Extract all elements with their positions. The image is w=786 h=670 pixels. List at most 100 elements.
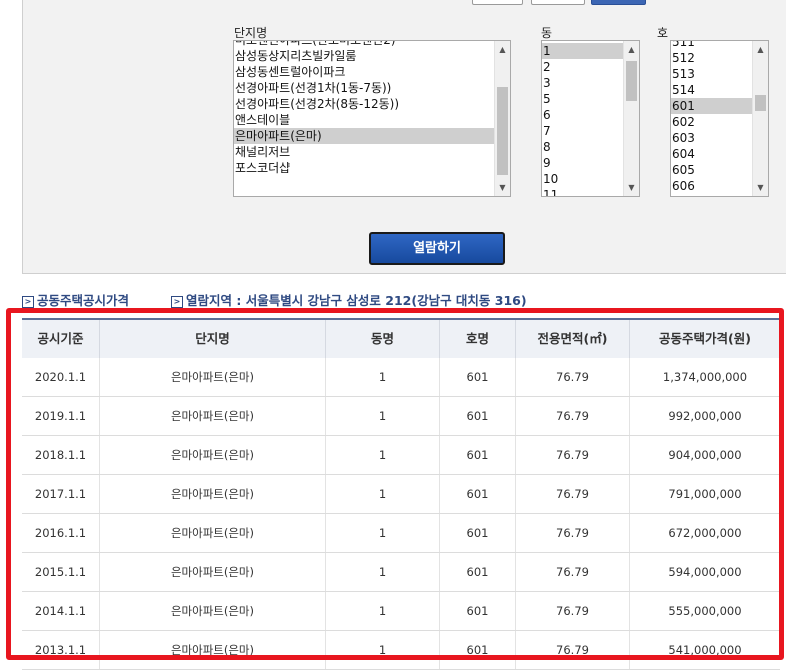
complex-option[interactable]: 삼성동센트럴아이파크 <box>234 64 494 80</box>
column-header: 공동주택가격(원) <box>659 331 751 346</box>
ho-listbox[interactable]: 606 605 604 603 602 601 514 513 512 511 ▲ ▼ <box>670 40 769 197</box>
section-title-text: 공동주택공시가격 <box>37 293 130 308</box>
dong-option[interactable]: 5 <box>542 91 623 107</box>
table-cell: 76.79 <box>516 553 630 591</box>
complex-option[interactable]: 포스코더샵 <box>234 160 494 176</box>
table-cell: 555,000,000 <box>668 604 742 618</box>
dong-option[interactable]: 2 <box>542 59 623 75</box>
column-header: 전용면적(㎡) <box>516 320 630 358</box>
ho-option[interactable]: 602 <box>671 114 752 130</box>
table-cell: 76.79 <box>516 475 630 513</box>
table-cell: 1 <box>326 553 440 591</box>
dong-option[interactable]: 3 <box>542 75 623 91</box>
table-cell: 76.79 <box>516 436 630 474</box>
table-header: 공시기준 단지명 동명 호명 전용면적(㎡) 공동주택가격(원) <box>22 318 780 358</box>
column-header: 단지명 <box>100 320 326 358</box>
price-table: 공시기준 단지명 동명 호명 전용면적(㎡) 공동주택가격(원) 2020.1.1 은마아파… <box>22 318 780 670</box>
ho-option[interactable]: 604 <box>671 146 752 162</box>
scroll-down-icon[interactable]: ▼ <box>624 181 639 194</box>
top-button-1[interactable] <box>472 0 523 5</box>
table-cell: 은마아파트(은마) <box>100 631 326 669</box>
complex-option[interactable]: 선경아파트(선경1차(1동-7동)) <box>234 80 494 96</box>
table-row: 2015.1.1 은마아파트(은마) 1 601 76.79 594,000,000 <box>22 553 780 592</box>
table-cell: 은마아파트(은마) <box>100 514 326 552</box>
scroll-up-icon[interactable]: ▲ <box>624 43 639 56</box>
dong-option[interactable]: 11 <box>542 187 623 196</box>
table-cell: 601 <box>440 514 516 552</box>
dong-option[interactable]: 6 <box>542 107 623 123</box>
scroll-up-icon[interactable]: ▲ <box>753 43 768 56</box>
ho-option[interactable]: 512 <box>671 50 752 66</box>
table-cell: 601 <box>440 631 516 669</box>
complex-option[interactable]: 선경아파트(선경2차(8동-12동)) <box>234 96 494 112</box>
table-cell: 76.79 <box>516 397 630 435</box>
table-row: 2014.1.1 은마아파트(은마) 1 601 76.79 555,000,000 <box>22 592 780 631</box>
scroll-thumb[interactable] <box>626 61 637 101</box>
table-row: 2017.1.1 은마아파트(은마) 1 601 76.79 791,000,000 <box>22 475 780 514</box>
table-cell: 672,000,000 <box>668 526 742 540</box>
table-cell: 76.79 <box>516 592 630 630</box>
complex-option[interactable]: 은마아파트(은마) <box>234 128 494 144</box>
dong-option[interactable]: 7 <box>542 123 623 139</box>
ho-option[interactable]: 605 <box>671 162 752 178</box>
table-cell: 2017.1.1 <box>22 475 100 513</box>
complex-listbox[interactable]: 포스코더샵 채널리저브 은마아파트(은마) 앤스테이블 선경아파트(선경2차(8동-12… <box>233 40 511 197</box>
scroll-thumb[interactable] <box>755 95 766 111</box>
ho-label: 호 <box>657 26 669 40</box>
table-cell: 791,000,000 <box>668 487 742 501</box>
table-cell: 76.79 <box>516 514 630 552</box>
table-row: 2013.1.1 은마아파트(은마) 1 601 76.79 541,000,000 <box>22 631 780 670</box>
table-cell: 601 <box>440 592 516 630</box>
table-cell: 541,000,000 <box>668 643 742 657</box>
table-cell: 2020.1.1 <box>22 358 100 396</box>
ho-option[interactable]: 606 <box>671 178 752 194</box>
top-button-3[interactable] <box>591 0 646 5</box>
scroll-up-icon[interactable]: ▲ <box>495 43 510 56</box>
dong-label: 동 <box>541 26 553 40</box>
table-row: 2018.1.1 은마아파트(은마) 1 601 76.79 904,000,000 <box>22 436 780 475</box>
table-cell: 1 <box>326 631 440 669</box>
dong-scrollbar[interactable]: ▲ ▼ <box>623 41 639 196</box>
ho-option[interactable]: 603 <box>671 130 752 146</box>
ho-option[interactable]: 514 <box>671 82 752 98</box>
dong-listbox[interactable]: 11 10 9 8 7 6 5 3 2 1 ▲ ▼ <box>541 40 640 197</box>
column-header: 동명 <box>326 320 440 358</box>
table-cell: 1 <box>326 397 440 435</box>
complex-option[interactable]: 앤스테이블 <box>234 112 494 128</box>
scroll-down-icon[interactable]: ▼ <box>495 181 510 194</box>
table-cell: 601 <box>440 553 516 591</box>
ho-option[interactable]: 601 <box>671 98 752 114</box>
table-cell: 992,000,000 <box>668 409 742 423</box>
table-cell: 76.79 <box>516 631 630 669</box>
table-cell: 601 <box>440 397 516 435</box>
table-cell: 904,000,000 <box>668 448 742 462</box>
table-cell: 1 <box>326 592 440 630</box>
table-cell: 601 <box>440 358 516 396</box>
table-cell: 2018.1.1 <box>22 436 100 474</box>
table-cell: 1 <box>326 436 440 474</box>
complex-option[interactable]: 채널리저브 <box>234 144 494 160</box>
chevron-right-icon: > <box>171 296 183 308</box>
table-cell: 은마아파트(은마) <box>100 358 326 396</box>
table-cell: 1,374,000,000 <box>662 370 748 384</box>
ho-option[interactable]: 511 <box>671 41 752 50</box>
ho-option[interactable]: 513 <box>671 66 752 82</box>
table-cell: 은마아파트(은마) <box>100 475 326 513</box>
complex-option[interactable]: 삼성동상지리츠빌카일룸 <box>234 48 494 64</box>
scroll-thumb[interactable] <box>497 87 508 175</box>
table-cell: 1 <box>326 514 440 552</box>
dong-option[interactable]: 10 <box>542 171 623 187</box>
table-cell: 2016.1.1 <box>22 514 100 552</box>
scroll-down-icon[interactable]: ▼ <box>753 181 768 194</box>
complex-option[interactable]: 미도렌션아파트(한보미도렌션2) <box>234 41 494 48</box>
dong-option[interactable]: 9 <box>542 155 623 171</box>
view-button[interactable]: 열람하기 <box>369 232 505 265</box>
column-header: 공시기준 <box>22 320 100 358</box>
dong-option[interactable]: 8 <box>542 139 623 155</box>
complex-scrollbar[interactable]: ▲ ▼ <box>494 41 510 196</box>
table-cell: 2015.1.1 <box>22 553 100 591</box>
top-button-2[interactable] <box>531 0 585 5</box>
table-cell: 2014.1.1 <box>22 592 100 630</box>
dong-option[interactable]: 1 <box>542 43 623 59</box>
ho-scrollbar[interactable]: ▲ ▼ <box>752 41 768 196</box>
